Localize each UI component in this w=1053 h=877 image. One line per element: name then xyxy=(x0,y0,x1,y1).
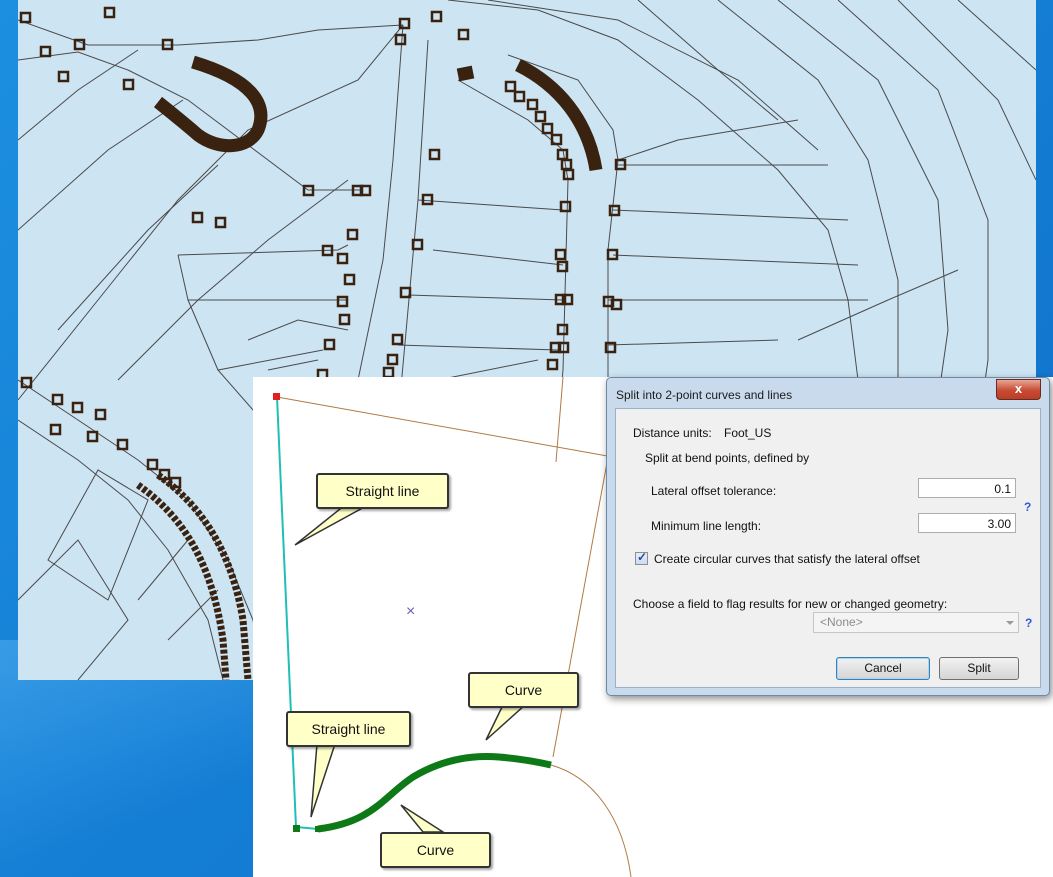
close-button[interactable]: x xyxy=(996,379,1041,400)
dialog-titlebar[interactable]: Split into 2-point curves and lines x xyxy=(607,378,1049,408)
circular-curves-label[interactable]: Create circular curves that satisfy the … xyxy=(654,552,920,566)
callout-straight-line-bottom: Straight line xyxy=(286,711,411,747)
distance-units-label: Distance units: xyxy=(633,426,712,440)
callout-pointer xyxy=(294,504,369,546)
parcel-boundary-line xyxy=(276,396,614,458)
callout-pointer xyxy=(400,804,446,833)
curve-segment xyxy=(317,753,552,833)
dialog-title: Split into 2-point curves and lines xyxy=(616,388,793,402)
help-icon[interactable]: ? xyxy=(1024,500,1031,514)
cancel-button[interactable]: Cancel xyxy=(836,657,930,680)
min-line-length-label: Minimum line length: xyxy=(651,519,762,533)
dialog-body: Distance units: Foot_US Split at bend po… xyxy=(615,408,1041,688)
split-curves-dialog: Split into 2-point curves and lines x Di… xyxy=(606,377,1050,696)
circular-curves-checkbox[interactable]: ✓ xyxy=(635,550,648,565)
flag-field-value: <None> xyxy=(820,615,863,629)
callout-curve-top: Curve xyxy=(468,672,579,708)
checkmark-icon: ✓ xyxy=(637,550,648,564)
end-vertex xyxy=(293,825,300,832)
distance-units-value: Foot_US xyxy=(724,426,772,440)
split-button[interactable]: Split xyxy=(939,657,1019,680)
circle-arc xyxy=(550,764,632,877)
curve-start-vertex xyxy=(315,826,321,832)
flag-field-select[interactable]: <None> xyxy=(813,612,1019,633)
chevron-down-icon xyxy=(1006,621,1014,625)
flag-field-label: Choose a field to flag results for new o… xyxy=(633,597,948,611)
parcel-boundary-line xyxy=(555,377,564,463)
map-center-marker: × xyxy=(406,603,416,620)
help-icon[interactable]: ? xyxy=(1025,616,1032,630)
lateral-offset-label: Lateral offset tolerance: xyxy=(651,484,777,498)
lateral-offset-input[interactable]: 0.1 xyxy=(918,478,1016,498)
callout-straight-line-top: Straight line xyxy=(316,473,449,509)
callout-pointer xyxy=(310,743,337,818)
close-icon: x xyxy=(1014,381,1023,396)
callout-curve-bottom: Curve xyxy=(380,832,491,868)
straight-line-segment xyxy=(276,396,319,830)
split-heading: Split at bend points, defined by xyxy=(645,451,810,465)
parcel-boundary-line xyxy=(552,456,609,758)
start-vertex xyxy=(273,393,280,400)
callout-pointer xyxy=(485,704,527,741)
min-line-length-input[interactable]: 3.00 xyxy=(918,513,1016,533)
